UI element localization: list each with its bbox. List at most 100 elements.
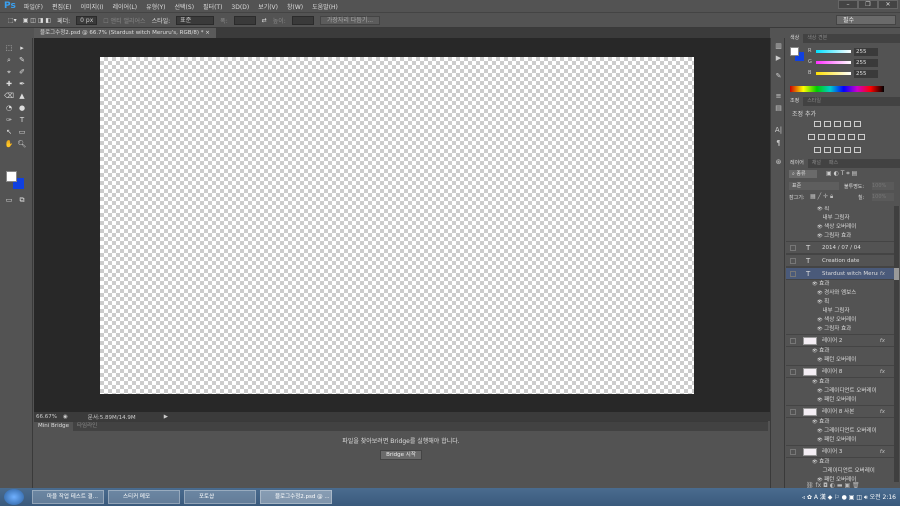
layers-scrollbar[interactable] <box>894 206 899 482</box>
tool-icon[interactable]: ▸ <box>17 43 27 53</box>
adjustment-icon[interactable] <box>844 121 851 127</box>
marquee-icon[interactable]: ⬚▾ <box>8 17 17 24</box>
panel-strip-icon[interactable]: ▥ <box>774 42 783 51</box>
lock-icons[interactable]: ▦ ╱ ✛ 🔒︎ <box>810 193 833 201</box>
menu-item[interactable]: 창(W) <box>287 4 303 11</box>
layer-row[interactable]: T 2014 / 07 / 04 <box>786 241 894 254</box>
layer-kind-filter[interactable]: ⌕ 종류 <box>789 170 817 178</box>
visibility-toggle[interactable] <box>790 245 796 251</box>
tool-icon[interactable]: ● <box>17 103 27 113</box>
menu-item[interactable]: 보기(V) <box>258 4 278 11</box>
menu-item[interactable]: 필터(T) <box>203 4 222 11</box>
layer-row[interactable]: T Creation date <box>786 254 894 267</box>
start-button[interactable] <box>4 489 24 505</box>
channel-value[interactable]: 255 <box>854 59 878 67</box>
adjustment-icon[interactable] <box>854 147 861 153</box>
tab-color[interactable]: 색상 <box>786 34 804 43</box>
adjustment-icon[interactable] <box>858 134 865 140</box>
foreground-color-swatch[interactable] <box>790 47 799 56</box>
visibility-toggle[interactable] <box>790 369 796 375</box>
tool-icon[interactable]: ✐ <box>17 67 27 77</box>
filter-icons[interactable]: ▣ ◐ T ⌗ ▤ <box>826 170 857 178</box>
tab-layers[interactable]: 레이어 <box>786 159 808 168</box>
layer-row[interactable]: 레이어 8 사본 fx <box>786 405 894 418</box>
tab-mini-bridge[interactable]: Mini Bridge <box>34 422 73 431</box>
layer-row[interactable]: T Stardust witch Meruru'sfx <box>786 267 894 280</box>
screen-mode-icon[interactable]: ⧉ <box>17 195 27 205</box>
tool-icon[interactable]: ▲ <box>17 91 27 101</box>
tool-icon[interactable]: T <box>17 115 27 125</box>
document-canvas[interactable] <box>100 57 694 394</box>
adjustment-icon[interactable] <box>824 121 831 127</box>
menu-item[interactable]: 파일(F) <box>24 4 43 11</box>
tab-timeline[interactable]: 타임라인 <box>73 422 101 431</box>
scrollbar-thumb[interactable] <box>894 268 899 280</box>
adjustment-icon[interactable] <box>834 121 841 127</box>
taskbar-item[interactable]: 스티커 메모 <box>108 490 180 504</box>
launch-bridge-button[interactable]: Bridge 시작 <box>380 450 422 460</box>
tab-swatches[interactable]: 색상 견본 <box>803 34 831 43</box>
channel-slider[interactable] <box>816 61 851 64</box>
fx-icon[interactable]: fx <box>880 335 885 348</box>
tool-icon[interactable]: ⌖ <box>4 67 14 77</box>
panel-strip-icon[interactable]: ¶ <box>774 139 783 148</box>
menu-item[interactable]: 선택(S) <box>175 4 195 11</box>
taskbar-item[interactable]: 블로그수정2.psd @ ... <box>260 490 332 504</box>
tool-icon[interactable]: 🔍︎ <box>17 139 27 149</box>
adjustment-icon[interactable] <box>818 134 825 140</box>
panel-strip-icon[interactable]: ▶ <box>774 54 783 63</box>
visibility-toggle[interactable] <box>790 449 796 455</box>
visibility-toggle[interactable] <box>790 338 796 344</box>
menu-item[interactable]: 유형(Y) <box>146 4 165 11</box>
channel-slider[interactable] <box>816 50 851 53</box>
close-button[interactable]: ✕ <box>878 0 898 9</box>
refine-edge-button[interactable]: 가장자리 다듬기... <box>319 15 381 25</box>
visibility-toggle[interactable] <box>790 271 796 277</box>
tool-icon[interactable]: ▭ <box>17 127 27 137</box>
panel-strip-icon[interactable]: ⊛ <box>774 158 783 167</box>
menu-item[interactable]: 편집(E) <box>52 4 72 11</box>
restore-button[interactable]: ❐ <box>858 0 878 9</box>
tab-paths[interactable]: 패스 <box>825 159 842 168</box>
style-select[interactable]: 표준 <box>176 15 215 25</box>
adjustment-icon[interactable] <box>854 121 861 127</box>
document-tab[interactable]: 블로그수정2.psd @ 66.7% (Stardust witch Merur… <box>34 28 216 38</box>
adjustment-icon[interactable] <box>844 147 851 153</box>
taskbar-item[interactable]: 마을 작업 테스트 결... <box>32 490 104 504</box>
adjustment-icon[interactable] <box>828 134 835 140</box>
fx-icon[interactable]: fx <box>880 366 885 379</box>
tool-icon[interactable]: ⬚ <box>4 43 14 53</box>
tab-channels[interactable]: 채널 <box>808 159 825 168</box>
fx-icon[interactable]: fx <box>880 406 885 419</box>
tool-icon[interactable]: ✋ <box>4 139 14 149</box>
adjustment-icon[interactable] <box>834 147 841 153</box>
adjustment-icon[interactable] <box>814 147 821 153</box>
tool-icon[interactable]: ✚ <box>4 79 14 89</box>
color-spectrum[interactable] <box>790 86 884 92</box>
status-menu-arrow-icon[interactable]: ▶ <box>164 414 168 420</box>
fx-icon[interactable]: fx <box>880 268 885 281</box>
foreground-color-icon[interactable] <box>6 171 17 182</box>
fx-icon[interactable]: fx <box>880 446 885 459</box>
share-icon[interactable]: ◉ <box>63 414 68 420</box>
fill-input[interactable]: 100% <box>872 193 894 201</box>
blend-mode-select[interactable]: 표준 <box>789 182 839 190</box>
adjustment-icon[interactable] <box>848 134 855 140</box>
tool-icon[interactable]: ✒ <box>17 79 27 89</box>
adjustment-icon[interactable] <box>808 134 815 140</box>
tool-icon[interactable]: ⌕ <box>4 55 14 65</box>
channel-slider[interactable] <box>816 72 851 75</box>
swap-icon[interactable]: ⇄ <box>262 17 267 24</box>
close-tab-icon[interactable]: × <box>205 30 210 36</box>
adjustment-icon[interactable] <box>838 134 845 140</box>
menu-item[interactable]: 도움말(H) <box>312 4 338 11</box>
tool-icon[interactable]: ✑ <box>4 115 14 125</box>
tool-icon[interactable]: ◔ <box>4 103 14 113</box>
menu-item[interactable]: 이미지(I) <box>81 4 104 11</box>
panel-strip-icon[interactable]: ≡ <box>774 92 783 101</box>
tab-adjustments[interactable]: 조정 <box>786 97 804 106</box>
zoom-level[interactable]: 66.67% <box>36 414 57 420</box>
antialias-checkbox[interactable]: ☐ 앤티 앨리어스 <box>103 16 145 25</box>
tab-styles[interactable]: 스타일 <box>803 97 825 106</box>
workspace-select[interactable]: 필수 <box>836 15 896 25</box>
